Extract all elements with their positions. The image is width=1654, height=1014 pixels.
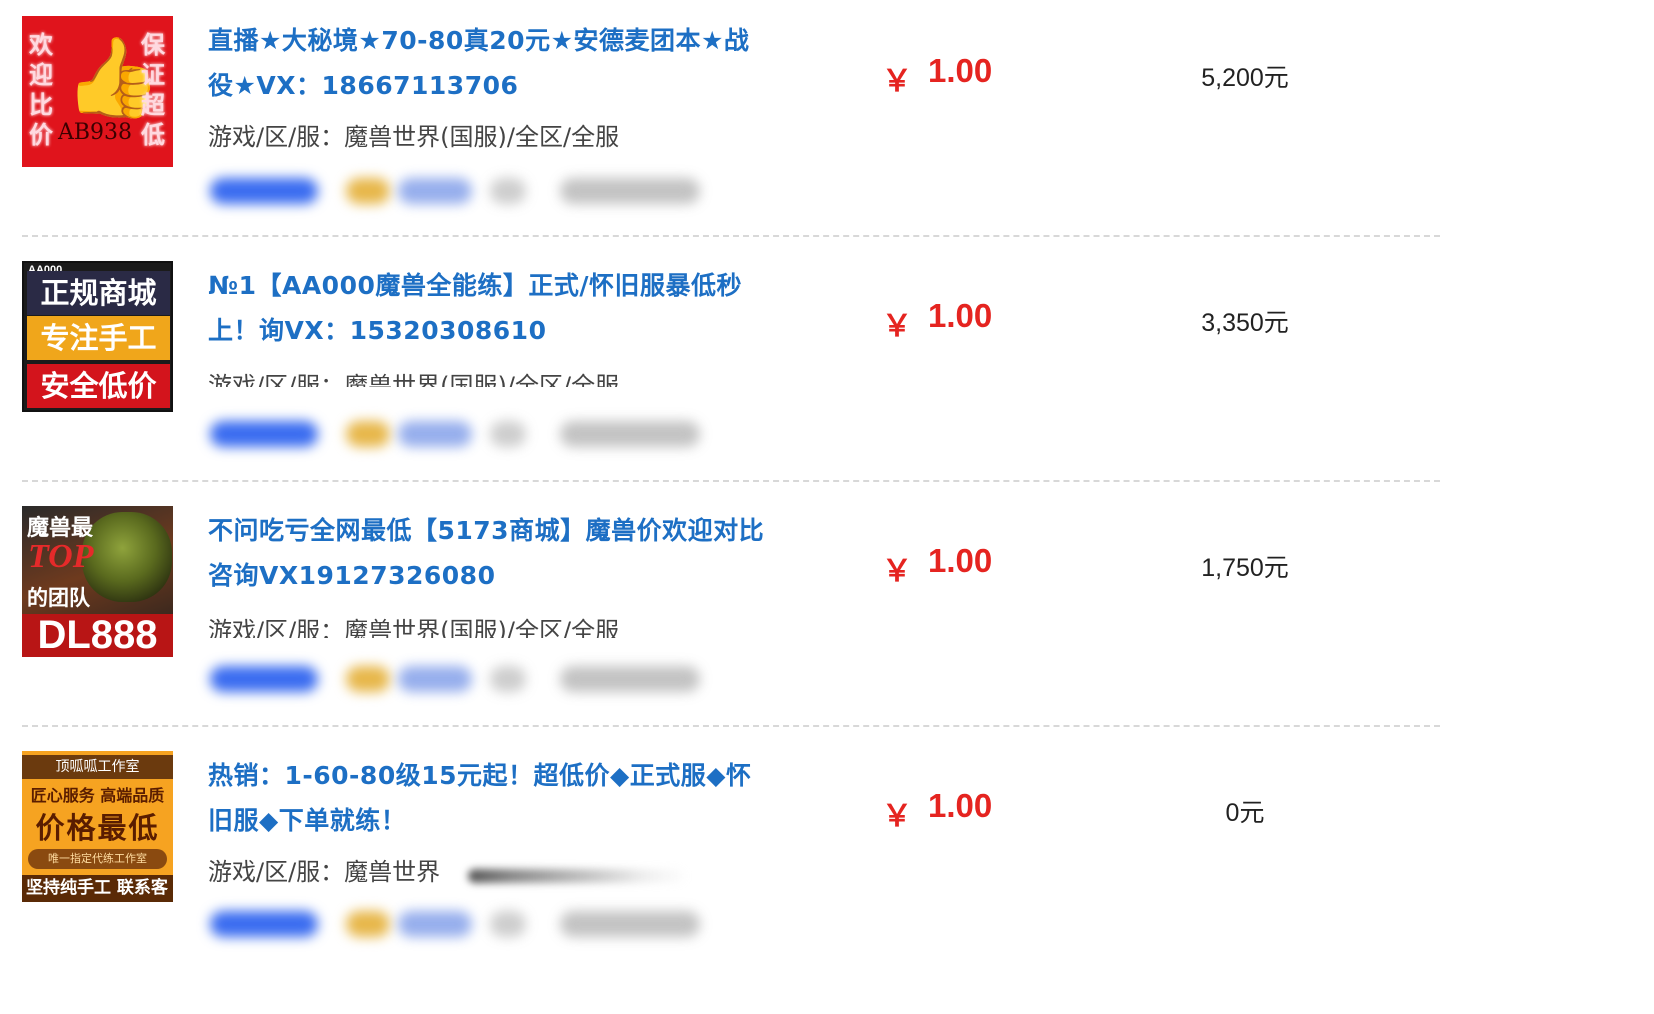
row-divider: [22, 725, 1440, 727]
listing-server-info: 游戏/区/服：魔兽世界(国服)/全区/全服: [208, 372, 620, 387]
thumb-right-text: 保证超低: [141, 31, 165, 149]
blurred-seller-info: [200, 901, 760, 945]
listing-title-link[interactable]: 热销：1-60-80级15元起！超低价◆正式服◆怀旧服◆下单就练！: [208, 753, 768, 843]
currency-symbol: ￥: [882, 554, 912, 589]
blurred-server-detail: [468, 869, 688, 883]
listing-stock: 0元: [1225, 799, 1265, 827]
blurred-seller-info: [200, 656, 760, 700]
thumb-left-text: 欢迎比价: [29, 31, 53, 149]
orc-face-icon: [82, 512, 172, 602]
listing-price: 1.00: [928, 542, 993, 579]
listing-stock: 5,200元: [1201, 64, 1289, 92]
listing-server-info: 游戏/区/服：魔兽世界(国服)/全区/全服: [208, 617, 620, 638]
thumb-line-2: 匠心服务 高端品质: [30, 786, 165, 805]
listing-title-link[interactable]: №1【AA000魔兽全能练】正式/怀旧服暴低秒上！询VX：15320308610: [208, 263, 768, 353]
shop-thumbnail[interactable]: 魔兽最 TOP 的团队 DL888: [22, 506, 173, 657]
row-divider: [22, 235, 1440, 237]
thumb-code: AB938: [58, 120, 133, 145]
thumb-line-1: 顶呱呱工作室: [22, 755, 173, 779]
thumb-line-4: 唯一指定代练工作室: [28, 849, 167, 869]
listing-server-info: 游戏/区/服：魔兽世界(国服)/全区/全服: [208, 123, 620, 151]
listing-item: 魔兽最 TOP 的团队 DL888 不问吃亏全网最低【5173商城】魔兽价欢迎对…: [0, 490, 1654, 735]
shop-thumbnail[interactable]: AA000 正规商城 专注手工 安全低价: [22, 261, 173, 412]
shop-thumbnail[interactable]: 欢迎比价 👍 保证超低 AB938: [22, 16, 173, 167]
listing-item: 欢迎比价 👍 保证超低 AB938 直播★大秘境★70-80真20元★安德麦团本…: [0, 0, 1654, 245]
thumb-line-3: 价格最低: [35, 811, 160, 845]
currency-symbol: ￥: [882, 64, 912, 99]
thumb-line-2: 的团队: [27, 586, 90, 610]
listing-stock: 3,350元: [1201, 309, 1289, 337]
listing-item: AA000 正规商城 专注手工 安全低价 №1【AA000魔兽全能练】正式/怀旧…: [0, 245, 1654, 490]
listing-price: 1.00: [928, 52, 993, 89]
thumb-line-1: 正规商城: [27, 271, 170, 315]
thumb-top: TOP: [28, 538, 94, 575]
thumb-line-3: 安全低价: [27, 364, 170, 408]
thumb-code: DL888: [22, 614, 173, 657]
blurred-seller-info: [200, 168, 760, 212]
listing-server-info: 游戏/区/服：魔兽世界: [208, 858, 441, 886]
listing-title-link[interactable]: 不问吃亏全网最低【5173商城】魔兽价欢迎对比咨询VX19127326080: [208, 508, 768, 598]
blurred-seller-info: [200, 411, 760, 455]
listing-item: 顶呱呱工作室 匠心服务 高端品质 价格最低 唯一指定代练工作室 坚持纯手工 联系…: [0, 735, 1654, 980]
listing-price: 1.00: [928, 787, 993, 824]
thumb-line-2: 专注手工: [27, 316, 170, 360]
listing-stock: 1,750元: [1201, 554, 1289, 582]
shop-thumbnail[interactable]: 顶呱呱工作室 匠心服务 高端品质 价格最低 唯一指定代练工作室 坚持纯手工 联系…: [22, 751, 173, 902]
row-divider: [22, 480, 1440, 482]
thumb-line-5: 坚持纯手工 联系客服: [22, 875, 173, 902]
listing-title-link[interactable]: 直播★大秘境★70-80真20元★安德麦团本★战役★VX：18667113706: [208, 18, 768, 108]
listing-price: 1.00: [928, 297, 993, 334]
currency-symbol: ￥: [882, 799, 912, 834]
currency-symbol: ￥: [882, 309, 912, 344]
